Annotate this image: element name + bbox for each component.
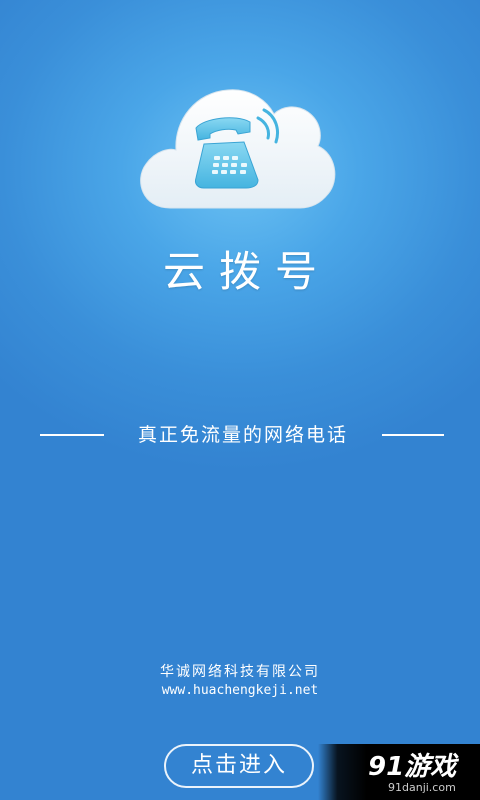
watermark-site: 91danji.com: [388, 781, 456, 794]
company-name: 华诚网络科技有限公司: [160, 664, 320, 680]
app-name: 云拨号: [162, 247, 331, 296]
tagline-divider-left: [40, 434, 104, 436]
tagline-divider-right: [382, 434, 444, 436]
company-url: www.huachengkeji.net: [161, 683, 319, 698]
cloud-phone-logo-icon: [132, 84, 338, 214]
tagline: 真正免流量的网络电话: [137, 424, 348, 446]
enter-button[interactable]: 点击进入: [164, 744, 314, 788]
watermark-brand: 91游戏: [368, 752, 457, 782]
watermark: 91游戏 91danji.com: [318, 744, 480, 800]
tagline-row: 真正免流量的网络电话: [0, 421, 480, 449]
